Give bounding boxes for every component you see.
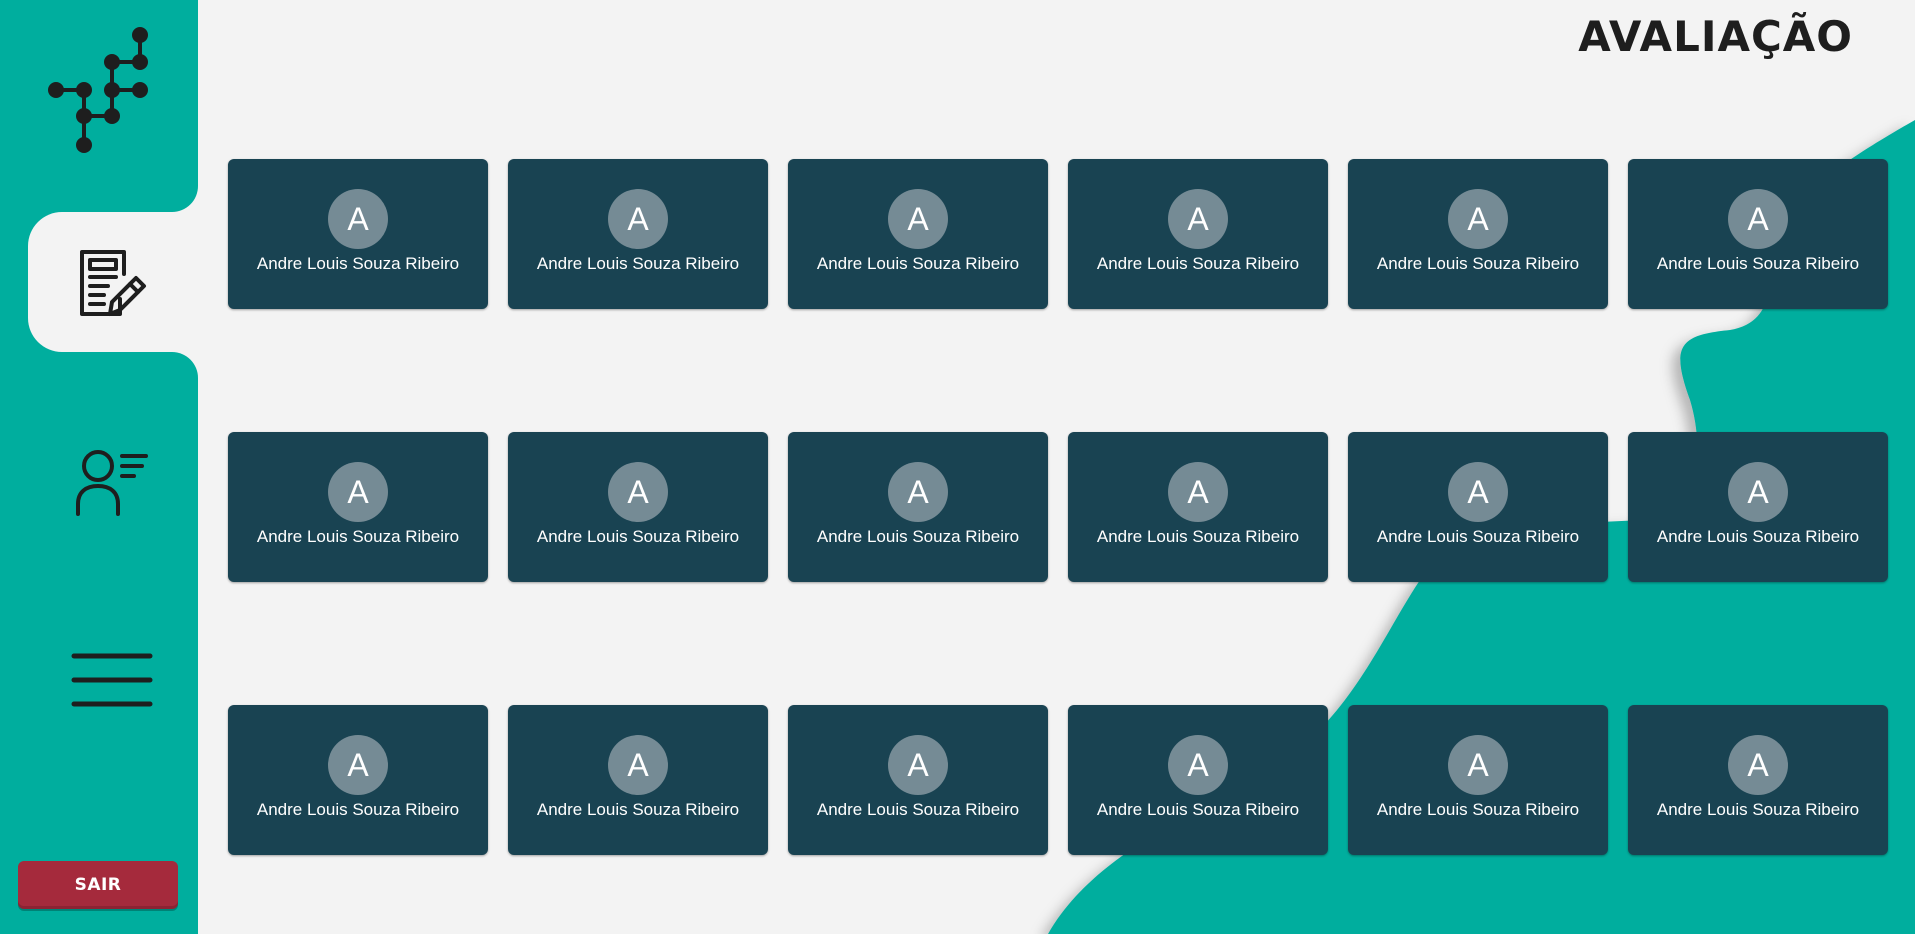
- page: SAIR AVALIAÇÃO A Andre Louis Souza Ribeir…: [0, 0, 1915, 934]
- person-name: Andre Louis Souza Ribeiro: [1656, 254, 1860, 273]
- person-card[interactable]: A Andre Louis Souza Ribeiro: [788, 432, 1048, 582]
- person-name: Andre Louis Souza Ribeiro: [1376, 527, 1580, 546]
- person-card[interactable]: A Andre Louis Souza Ribeiro: [508, 705, 768, 855]
- avatar: A: [1168, 735, 1228, 795]
- network-tree-logo-icon: [48, 27, 148, 153]
- person-card[interactable]: A Andre Louis Souza Ribeiro: [1348, 432, 1608, 582]
- person-name: Andre Louis Souza Ribeiro: [1376, 800, 1580, 819]
- person-name: Andre Louis Souza Ribeiro: [1656, 527, 1860, 546]
- nav-item-usuarios[interactable]: [70, 440, 154, 524]
- person-card[interactable]: A Andre Louis Souza Ribeiro: [228, 159, 488, 309]
- avatar: A: [608, 462, 668, 522]
- avatar: A: [1448, 462, 1508, 522]
- person-name: Andre Louis Souza Ribeiro: [1656, 800, 1860, 819]
- person-card[interactable]: A Andre Louis Souza Ribeiro: [1348, 705, 1608, 855]
- logout-button[interactable]: SAIR: [18, 861, 178, 909]
- person-name: Andre Louis Souza Ribeiro: [256, 254, 460, 273]
- person-name: Andre Louis Souza Ribeiro: [816, 800, 1020, 819]
- avatar: A: [328, 735, 388, 795]
- page-title: AVALIAÇÃO: [1578, 12, 1853, 61]
- person-name: Andre Louis Souza Ribeiro: [816, 254, 1020, 273]
- person-card[interactable]: A Andre Louis Souza Ribeiro: [1068, 159, 1328, 309]
- person-name: Andre Louis Souza Ribeiro: [536, 527, 740, 546]
- person-name: Andre Louis Souza Ribeiro: [1096, 527, 1300, 546]
- person-card[interactable]: A Andre Louis Souza Ribeiro: [508, 159, 768, 309]
- avatar: A: [1728, 462, 1788, 522]
- person-card[interactable]: A Andre Louis Souza Ribeiro: [1068, 432, 1328, 582]
- avatar: A: [888, 189, 948, 249]
- person-name: Andre Louis Souza Ribeiro: [816, 527, 1020, 546]
- avatar: A: [888, 462, 948, 522]
- person-card[interactable]: A Andre Louis Souza Ribeiro: [1628, 159, 1888, 309]
- person-name: Andre Louis Souza Ribeiro: [256, 527, 460, 546]
- person-name: Andre Louis Souza Ribeiro: [1096, 800, 1300, 819]
- person-card[interactable]: A Andre Louis Souza Ribeiro: [508, 432, 768, 582]
- person-card[interactable]: A Andre Louis Souza Ribeiro: [228, 432, 488, 582]
- user-list-icon: [76, 450, 148, 516]
- avatar: A: [328, 189, 388, 249]
- sidebar: SAIR: [0, 0, 198, 934]
- person-name: Andre Louis Souza Ribeiro: [536, 800, 740, 819]
- person-card[interactable]: A Andre Louis Souza Ribeiro: [788, 159, 1048, 309]
- avatar: A: [1448, 735, 1508, 795]
- person-card[interactable]: A Andre Louis Souza Ribeiro: [1348, 159, 1608, 309]
- nav-item-menu[interactable]: [70, 640, 154, 724]
- card-grid: A Andre Louis Souza Ribeiro A Andre Louis S…: [228, 159, 1888, 855]
- person-name: Andre Louis Souza Ribeiro: [1376, 254, 1580, 273]
- document-edit-icon: [80, 250, 146, 316]
- avatar: A: [1728, 189, 1788, 249]
- avatar: A: [608, 735, 668, 795]
- person-card[interactable]: A Andre Louis Souza Ribeiro: [1628, 705, 1888, 855]
- person-card[interactable]: A Andre Louis Souza Ribeiro: [788, 705, 1048, 855]
- avatar: A: [608, 189, 668, 249]
- person-card[interactable]: A Andre Louis Souza Ribeiro: [1068, 705, 1328, 855]
- person-card[interactable]: A Andre Louis Souza Ribeiro: [1628, 432, 1888, 582]
- person-name: Andre Louis Souza Ribeiro: [1096, 254, 1300, 273]
- person-name: Andre Louis Souza Ribeiro: [536, 254, 740, 273]
- avatar: A: [1168, 462, 1228, 522]
- person-name: Andre Louis Souza Ribeiro: [256, 800, 460, 819]
- avatar: A: [1168, 189, 1228, 249]
- nav-item-avaliacao[interactable]: [70, 240, 154, 324]
- person-card[interactable]: A Andre Louis Souza Ribeiro: [228, 705, 488, 855]
- hamburger-menu-icon: [71, 653, 153, 707]
- avatar: A: [1728, 735, 1788, 795]
- avatar: A: [888, 735, 948, 795]
- avatar: A: [1448, 189, 1508, 249]
- avatar: A: [328, 462, 388, 522]
